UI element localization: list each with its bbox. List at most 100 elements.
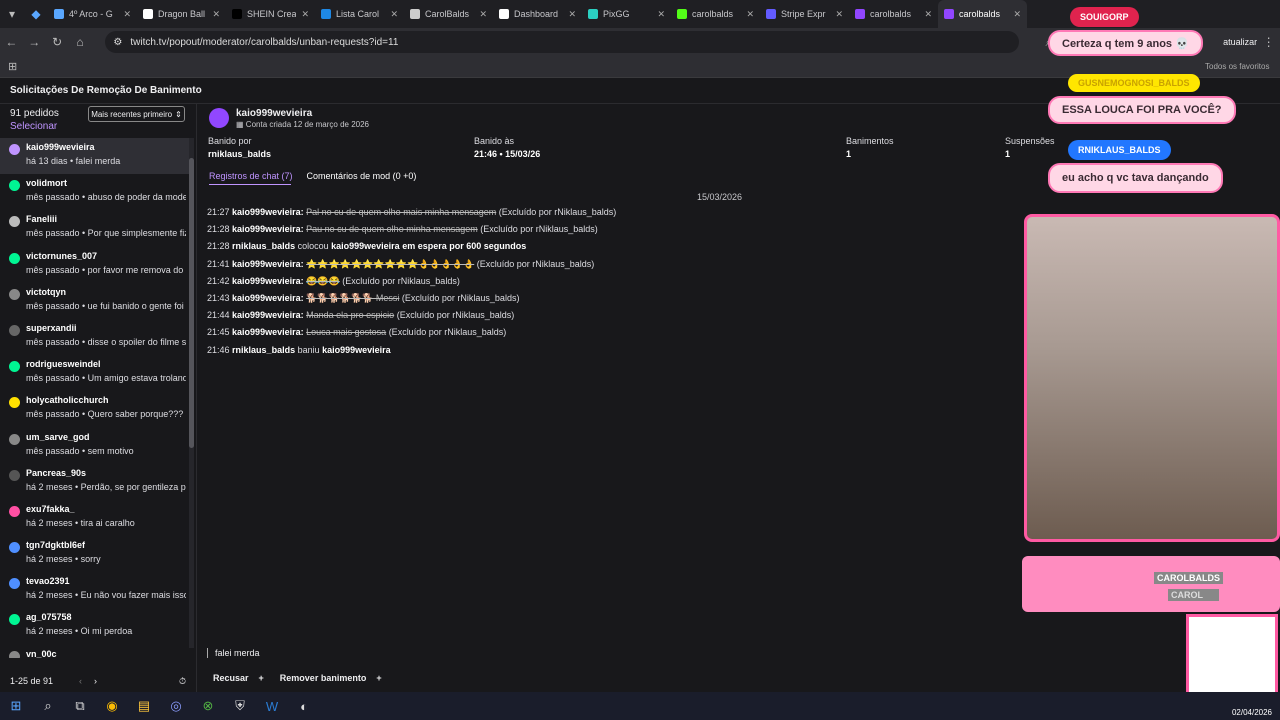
list-item[interactable]: kaio999wevieira há 13 dias • falei merda [0,138,190,175]
browser-tab[interactable]: Lista Carol ✕ [315,0,404,28]
close-tab-icon[interactable]: ✕ [568,9,576,20]
menu-icon[interactable]: ⋮ [1257,35,1280,49]
security-icon[interactable]: ⛨ [224,698,256,714]
next-page-icon[interactable]: › [94,676,97,686]
xbox-icon[interactable]: ⊗ [192,698,224,714]
timer-icon[interactable]: ⏱ [179,676,186,687]
list-item[interactable]: rodriguesweindel mês passado • Um amigo e… [0,355,190,391]
tab-chat-logs[interactable]: Registros de chat (7) [209,171,293,181]
list-item[interactable]: victotqyn mês passado • ue fui banido o g… [0,283,190,319]
reload-icon[interactable]: ↻ [46,35,69,49]
windows-start-icon[interactable]: ⊞ [0,698,32,714]
chat-action: colocou [297,241,329,252]
scrollbar-thumb[interactable] [189,158,194,448]
list-item[interactable]: victornunes_007 mês passado • por favor m… [0,247,190,283]
list-item-meta: mês passado • sem motivo [26,445,134,456]
chat-username[interactable]: rniklaus_balds [232,345,295,355]
close-tab-icon[interactable]: ✕ [390,9,398,20]
chat-username[interactable]: kaio999wevieira [232,327,301,337]
update-button[interactable]: atualizar [1223,37,1257,47]
list-item[interactable]: vn_00chá 2 meses • foi mal empolguei e e… [0,645,190,658]
file-explorer-icon[interactable]: ▤ [128,698,160,714]
home-icon[interactable]: ⌂ [69,35,92,49]
select-link[interactable]: Selecionar [10,121,57,132]
browser-tab[interactable]: 4º Arco - G ✕ [48,0,137,28]
avatar [209,108,229,128]
browser-tab[interactable]: Dragon Ball ✕ [137,0,226,28]
browser-tab[interactable]: Stripe Expr ✕ [760,0,849,28]
site-info-icon[interactable]: ⚙ [113,37,122,48]
browser-tab[interactable]: carolbalds ✕ [938,0,1027,28]
close-tab-icon[interactable]: ✕ [301,9,309,20]
close-tab-icon[interactable]: ✕ [1013,9,1021,20]
tab-search-icon[interactable]: ▾ [0,7,24,21]
browser-tab[interactable]: SHEIN Crea ✕ [226,0,315,28]
forward-icon[interactable]: → [23,35,46,49]
list-item-meta: há 2 meses • Perdão, se por gentileza pu [26,481,186,492]
detail-username[interactable]: kaio999wevieira [236,108,312,119]
browser-tab[interactable]: carolbalds ✕ [849,0,938,28]
list-item-username: tevao2391 [26,576,70,587]
chat-line: 21:41 kaio999wevieira: ⭐⭐⭐⭐⭐⭐⭐⭐⭐⭐👌👌👌👌👌 (… [207,259,907,276]
chat-line: 21:46 rniklaus_balds baniu kaio999weviei… [207,345,907,362]
prev-page-icon[interactable]: ‹ [79,676,82,686]
chat-time: 21:28 [207,224,230,235]
browser-tab[interactable]: Dashboard ✕ [493,0,582,28]
unban-button[interactable]: Remover banimento + [276,670,386,686]
list-item[interactable]: ag_075758 há 2 meses • Oi mi perdoa [0,608,190,644]
browser-tab[interactable]: PixGG ✕ [582,0,671,28]
task-view-icon[interactable]: ⧉ [64,698,96,714]
discord-icon[interactable]: ◎ [160,698,192,714]
avatar [9,144,20,155]
apps-icon[interactable]: ⊞ [8,60,17,73]
tab-mod-comments[interactable]: Comentários de mod (0 +0) [307,171,417,181]
browser-tab[interactable]: carolbalds ✕ [671,0,760,28]
list-item-username: volidmort [26,178,68,189]
sidebar-scrollbar[interactable] [189,138,194,648]
list-item-username: Pancreas_90s [26,467,87,478]
all-bookmarks[interactable]: Todos os favoritos [1205,62,1269,71]
reject-button[interactable]: Recusar + [209,670,268,686]
list-item[interactable]: tgn7dgktbl6ef há 2 meses • sorry [0,536,190,572]
close-tab-icon[interactable]: ✕ [212,9,220,20]
back-icon[interactable]: ← [0,35,23,49]
chat-separator: : [300,275,304,286]
chat-username[interactable]: kaio999wevieira [232,276,301,286]
banned-by-stat: Banido por rniklaus_balds [208,136,271,159]
chrome-icon[interactable]: ◉ [96,698,128,714]
list-item[interactable]: exu7fakka_ há 2 meses • tira ai caralho [0,500,190,536]
chat-username[interactable]: kaio999wevieira [232,293,301,303]
chat-username[interactable]: kaio999wevieira [232,224,301,234]
close-tab-icon[interactable]: ✕ [924,9,932,20]
plus-icon: + [258,673,264,683]
chat-username[interactable]: rniklaus_balds [232,241,295,251]
close-tab-icon[interactable]: ✕ [123,9,131,20]
chat-username[interactable]: kaio999wevieira [232,259,301,269]
list-item[interactable]: tevao2391 há 2 meses • Eu não vou fazer m… [0,572,190,608]
pinned-tab-icon[interactable]: ◆ [24,7,48,21]
obs-icon[interactable]: ◐ [288,699,320,714]
chat-time: 21:44 [207,310,230,321]
chat-username[interactable]: kaio999wevieira [232,310,301,320]
list-item[interactable]: volidmort mês passado • abuso de poder da… [0,174,190,210]
list-item[interactable]: um_sarve_god mês passado • sem motivo [0,428,190,464]
list-item[interactable]: holycatholicchurch mês passado • Quero sa… [0,391,190,427]
avatar [9,324,20,336]
close-tab-icon[interactable]: ✕ [479,9,487,20]
url-text: twitch.tv/popout/moderator/carolbalds/un… [130,36,399,48]
search-icon[interactable]: ⌕ [32,698,64,714]
list-item-meta: mês passado • abuso de poder da mode [26,192,186,203]
close-tab-icon[interactable]: ✕ [746,9,754,20]
social-handle-1: CAROLBALDS [1154,572,1223,584]
chat-username[interactable]: kaio999wevieira [232,207,301,217]
browser-tab[interactable]: CarolBalds ✕ [404,0,493,28]
sort-dropdown[interactable]: Mais recentes primeiro ⇕ [88,106,185,122]
list-item[interactable]: Pancreas_90s há 2 meses • Perdão, se por … [0,464,190,500]
close-tab-icon[interactable]: ✕ [657,9,665,20]
word-icon[interactable]: W [256,699,288,714]
list-item[interactable]: superxandii mês passado • disse o spoiler… [0,319,190,355]
list-item[interactable]: Faneliii mês passado • Por que simplesmen… [0,210,190,246]
close-tab-icon[interactable]: ✕ [835,9,843,20]
chat-line: 21:42 kaio999wevieira: 😂😂😂 (Excluído por… [207,276,907,293]
url-field[interactable]: ⚙ twitch.tv/popout/moderator/carolbalds/… [105,31,1020,53]
